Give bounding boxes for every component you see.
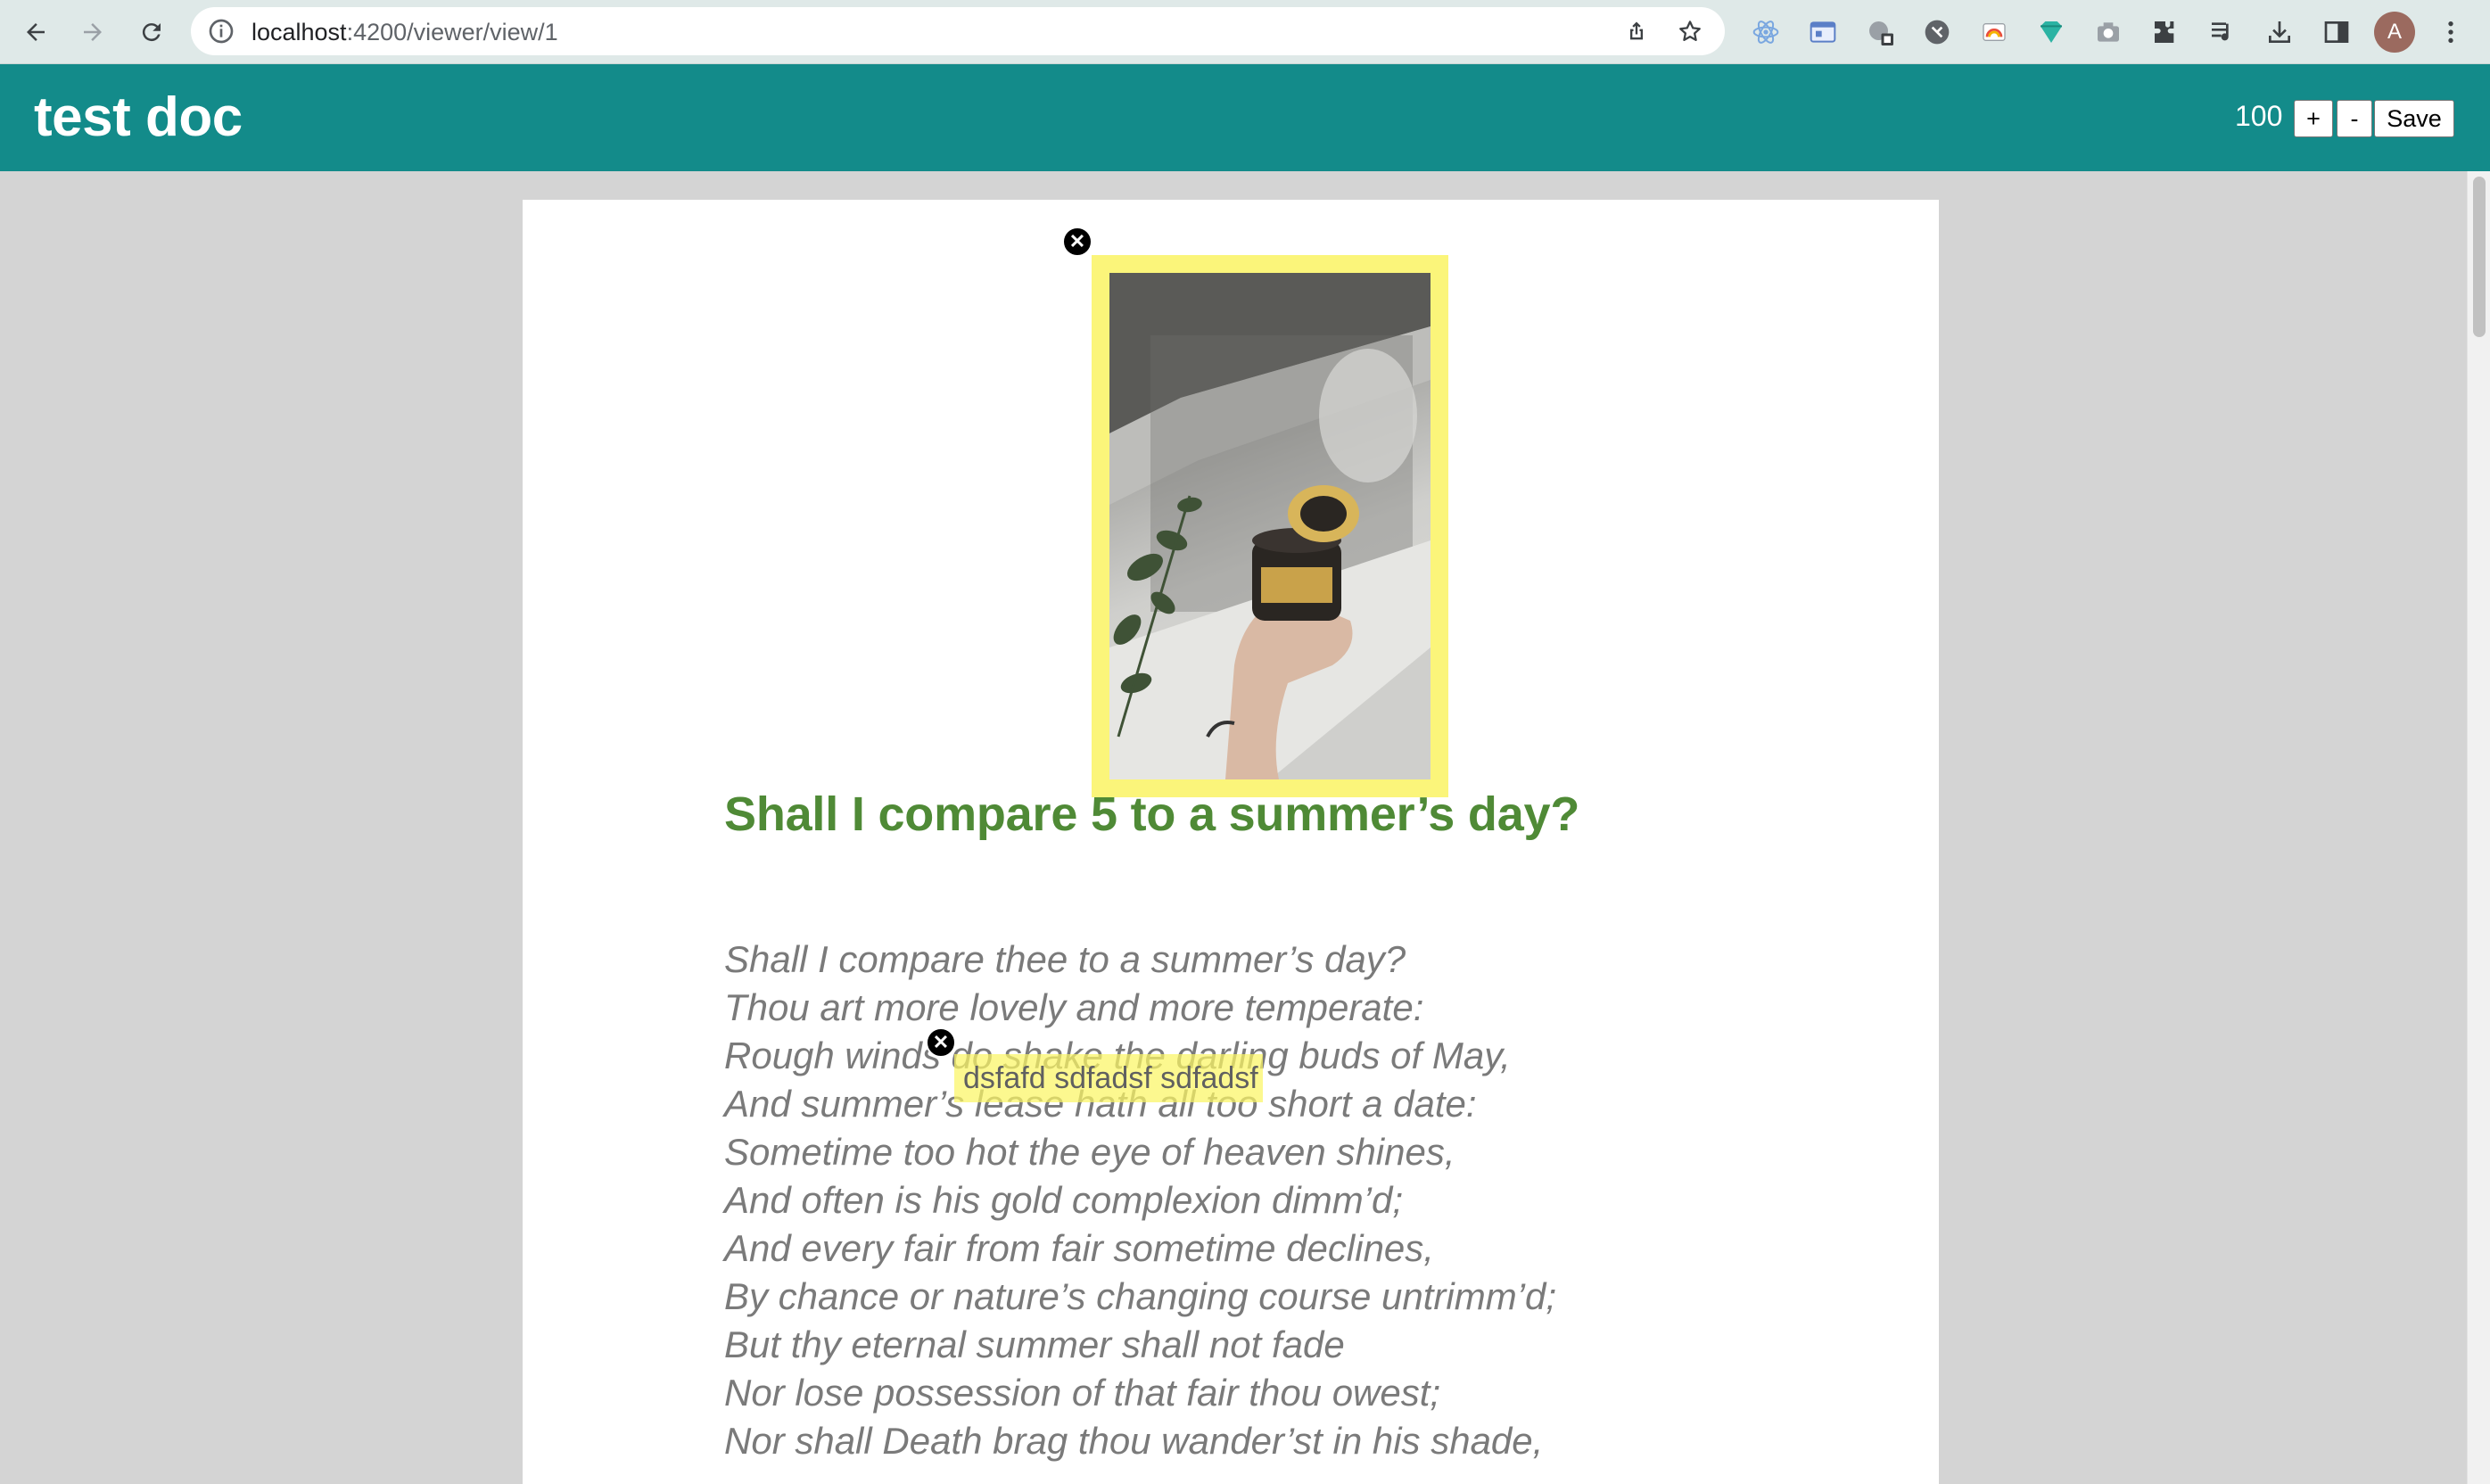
vertical-scrollbar[interactable] bbox=[2467, 171, 2490, 1484]
poem-line: And every fair from fair sometime declin… bbox=[724, 1227, 1434, 1269]
back-icon[interactable] bbox=[14, 11, 57, 54]
address-bar[interactable]: localhost:4200/viewer/view/1 bbox=[191, 7, 1725, 55]
extension-puzzle-badge-icon[interactable] bbox=[1864, 16, 1896, 48]
extensions-icon[interactable] bbox=[2149, 16, 2181, 48]
poem-line: Nor shall Death brag thou wander’st in h… bbox=[724, 1420, 1544, 1462]
poem-line: Shall I compare thee to a summer’s day? bbox=[724, 938, 1406, 980]
poem-line: Nor lose possession of that fair thou ow… bbox=[724, 1372, 1441, 1414]
document-heading: Shall I compare 5 to a summer’s day? bbox=[724, 787, 1580, 841]
poem-line: By chance or nature’s changing course un… bbox=[724, 1275, 1557, 1317]
extension-react-icon[interactable] bbox=[1750, 16, 1782, 48]
poem-line: Thou art more lovely and more temperate: bbox=[724, 986, 1424, 1028]
avatar-letter: A bbox=[2387, 20, 2402, 44]
profile-avatar[interactable]: A bbox=[2374, 12, 2415, 53]
extension-rainbow-icon[interactable] bbox=[1978, 16, 2010, 48]
poem-line: But thy eternal summer shall not fade bbox=[724, 1323, 1345, 1365]
reload-icon[interactable] bbox=[130, 11, 173, 54]
app-header: test doc 100 + - Save bbox=[0, 64, 2490, 171]
url-text[interactable]: localhost:4200/viewer/view/1 bbox=[251, 19, 558, 46]
text-annotation-label[interactable]: dsfafd sdfadsf sdfadsf bbox=[963, 1061, 1258, 1096]
zoom-in-button[interactable]: + bbox=[2294, 100, 2333, 137]
browser-toolbar: localhost:4200/viewer/view/1 A bbox=[0, 0, 2490, 64]
document-title: test doc bbox=[34, 87, 243, 148]
save-button[interactable]: Save bbox=[2374, 100, 2454, 137]
url-host: localhost bbox=[251, 19, 347, 45]
zoom-out-button[interactable]: - bbox=[2337, 100, 2372, 137]
share-icon[interactable] bbox=[1621, 16, 1652, 46]
document-image[interactable] bbox=[1109, 273, 1431, 779]
side-panel-icon[interactable] bbox=[2321, 16, 2353, 48]
menu-icon[interactable] bbox=[2435, 16, 2467, 48]
extension-window-icon[interactable] bbox=[1807, 16, 1839, 48]
extension-circle-icon[interactable] bbox=[1921, 16, 1953, 48]
reading-list-icon[interactable] bbox=[2206, 16, 2239, 48]
extension-diamond-icon[interactable] bbox=[2035, 16, 2067, 48]
download-icon[interactable] bbox=[2263, 16, 2296, 48]
url-path: :4200/viewer/view/1 bbox=[346, 19, 558, 45]
remove-image-annotation-button[interactable]: ✕ bbox=[1062, 227, 1092, 257]
poem-line: And often is his gold complexion dimm’d; bbox=[724, 1179, 1404, 1221]
scrollbar-thumb[interactable] bbox=[2473, 177, 2486, 337]
poem-line: Sometime too hot the eye of heaven shine… bbox=[724, 1131, 1455, 1173]
info-icon[interactable] bbox=[207, 17, 235, 45]
star-icon[interactable] bbox=[1675, 16, 1705, 46]
remove-text-annotation-button[interactable]: ✕ bbox=[926, 1027, 956, 1058]
zoom-level: 100 bbox=[2235, 100, 2283, 132]
forward-icon[interactable] bbox=[71, 11, 114, 54]
extension-camera-icon[interactable] bbox=[2092, 16, 2124, 48]
